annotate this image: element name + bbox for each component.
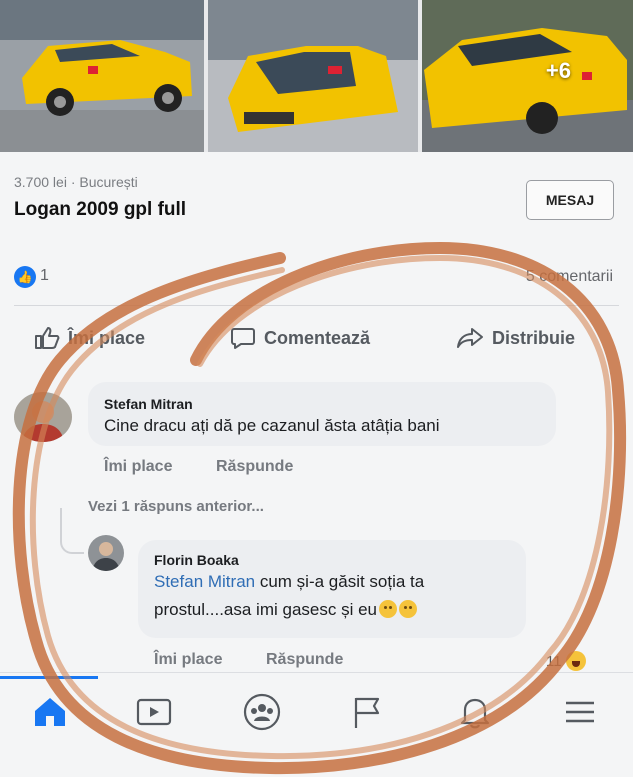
comments-count[interactable]: 5 comentarii [526, 268, 613, 286]
comment-button[interactable]: Comentează [230, 326, 370, 350]
more-photos-count[interactable]: +6 [546, 58, 571, 84]
reply-reply-link[interactable]: Răspunde [266, 651, 343, 669]
tab-menu[interactable] [560, 692, 600, 732]
thumbs-up-icon [35, 327, 60, 349]
view-previous-replies[interactable]: Vezi 1 răspuns anterior... [88, 498, 264, 515]
listing-price-location: 3.700 lei · București [14, 174, 138, 190]
reply-like-link[interactable]: Îmi place [154, 651, 222, 669]
message-button[interactable]: MESAJ [526, 180, 614, 220]
listing-photo-1[interactable] [0, 0, 204, 152]
reply-thread-line [60, 508, 84, 554]
groups-icon [243, 693, 281, 731]
comment-like-link[interactable]: Îmi place [104, 458, 172, 476]
avatar[interactable] [88, 535, 124, 571]
tab-home[interactable] [30, 692, 70, 732]
share-icon [457, 328, 483, 348]
home-icon [35, 698, 65, 726]
comment-reply-link[interactable]: Răspunde [216, 458, 293, 476]
tab-notifications[interactable] [455, 692, 495, 732]
tab-groups[interactable] [242, 692, 282, 732]
share-button-label: Distribuie [492, 327, 576, 348]
reaction-count-value: 11 [546, 652, 562, 670]
tab-video[interactable] [134, 692, 174, 732]
bottom-tab-bar [0, 672, 633, 777]
reaction-count[interactable]: 11 [546, 651, 586, 671]
listing-photos: +6 [0, 0, 633, 152]
like-button[interactable]: Îmi place [34, 326, 145, 350]
haha-reaction-icon [565, 651, 586, 671]
tab-pages[interactable] [347, 692, 387, 732]
comment-author[interactable]: Stefan Mitran [104, 396, 193, 412]
like-reaction-icon: 👍 [14, 266, 36, 288]
listing-photo-3[interactable]: +6 [422, 0, 633, 152]
comment-button-label: Comentează [264, 327, 371, 348]
share-button[interactable]: Distribuie [456, 326, 575, 350]
reply-author[interactable]: Florin Boaka [154, 552, 239, 568]
like-count[interactable]: 1 [40, 267, 49, 285]
comment-icon [231, 328, 255, 349]
active-tab-indicator [0, 676, 98, 679]
listing-photo-2[interactable] [208, 0, 418, 152]
menu-icon [566, 701, 594, 723]
like-button-label: Îmi place [68, 327, 146, 348]
avatar[interactable] [14, 392, 72, 442]
flag-icon [354, 697, 380, 728]
comment-text: Cine dracu ați dă pe cazanul ăsta atâția… [104, 416, 440, 435]
sweat-smile-emoji-icon [378, 600, 397, 618]
mention-link[interactable]: Stefan Mitran [154, 572, 255, 591]
listing-title: Logan 2009 gpl full [14, 199, 187, 220]
reply-text: Stefan Mitran cum și-a găsit soția ta pr… [154, 568, 514, 624]
bell-icon [460, 698, 490, 729]
sweat-smile-emoji-icon [398, 600, 417, 618]
video-icon [136, 698, 172, 726]
divider [14, 305, 619, 306]
